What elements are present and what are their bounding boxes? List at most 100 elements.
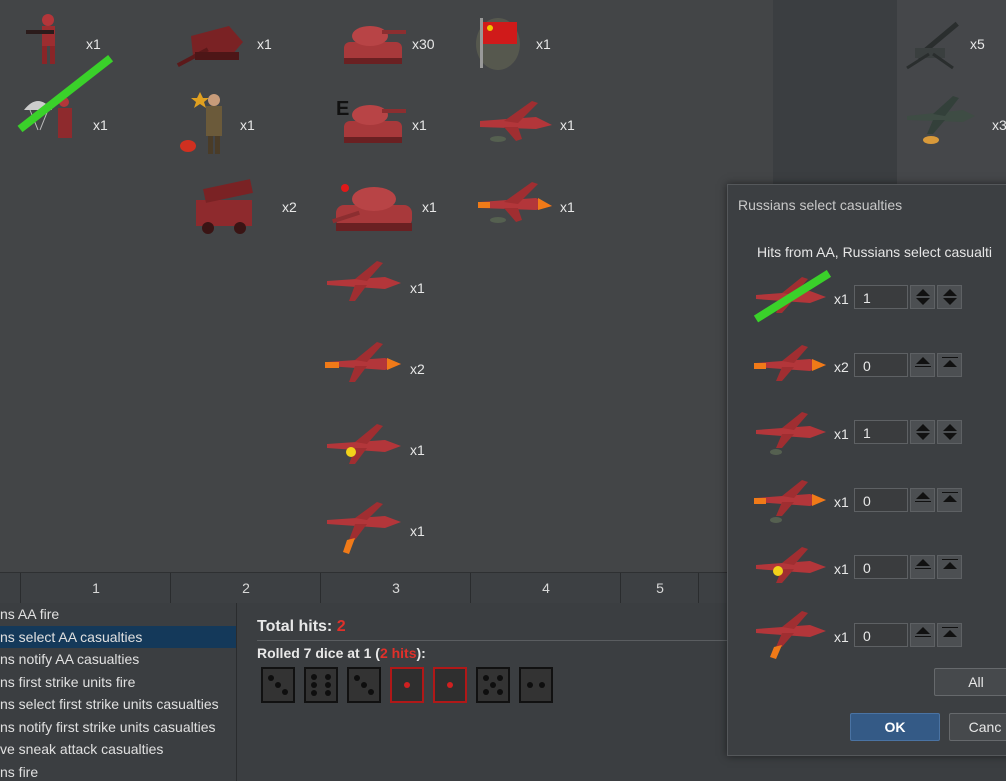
limit-bar-icon xyxy=(942,627,958,628)
total-hits-label: Total hits: xyxy=(257,618,333,635)
unit-count: x5 xyxy=(970,36,985,52)
list-item[interactable]: ns notify first strike units casualties xyxy=(0,716,236,739)
casualty-count-field[interactable]: 1 xyxy=(854,285,908,309)
bomber-icon xyxy=(756,412,826,455)
ok-button[interactable]: OK xyxy=(850,713,940,741)
unit-count: x2 xyxy=(410,361,425,377)
list-item[interactable]: ve sneak attack casualties xyxy=(0,738,236,761)
increment-stepper[interactable] xyxy=(910,285,935,309)
max-stepper[interactable] xyxy=(937,285,962,309)
die-pip xyxy=(539,682,545,688)
heavy-tank-unit[interactable] xyxy=(330,175,412,245)
increment-stepper[interactable] xyxy=(910,420,935,444)
die-pip xyxy=(490,682,496,688)
die-pip xyxy=(281,689,288,696)
ruler-cell: 4 xyxy=(470,573,621,603)
soviet-flag-icon xyxy=(476,18,520,70)
rolled-hits: 2 hits xyxy=(379,645,417,661)
aa-gun-icon xyxy=(906,21,959,70)
max-stepper[interactable] xyxy=(937,488,962,512)
arrow-down-icon xyxy=(943,433,957,440)
arrow-up-icon xyxy=(916,357,930,364)
max-stepper[interactable] xyxy=(937,623,962,647)
unit-count: x1 xyxy=(834,561,849,577)
divider xyxy=(257,640,737,641)
total-hits: Total hits: 2 xyxy=(257,618,346,636)
unit-count: x2 xyxy=(282,199,297,215)
tank-unit[interactable] xyxy=(330,12,410,82)
fighter-orange-bomb-unit[interactable] xyxy=(325,500,405,570)
bomber-orange-unit[interactable] xyxy=(476,176,556,246)
casualty-count-field[interactable]: 1 xyxy=(854,420,908,444)
bomber-icon xyxy=(478,182,552,223)
dialog-title: Russians select casualties xyxy=(738,197,903,213)
fighter-yellow-unit[interactable] xyxy=(325,418,405,488)
round-ruler: 1 2 3 4 5 xyxy=(0,572,773,603)
stuka-icon xyxy=(907,96,975,144)
list-item[interactable]: ns notify AA casualties xyxy=(0,648,236,671)
ruler-cell: 5 xyxy=(620,573,699,603)
stuka-unit[interactable] xyxy=(905,90,985,160)
die-pip xyxy=(483,674,490,681)
unit-count: x1 xyxy=(834,426,849,442)
die-3-icon xyxy=(261,667,295,703)
die-pip xyxy=(311,673,318,680)
unit-count: x3 xyxy=(992,117,1006,133)
die-pip xyxy=(324,690,331,697)
die-pip xyxy=(404,682,410,688)
casualty-count-field[interactable]: 0 xyxy=(854,488,908,512)
unit-count: x2 xyxy=(834,359,849,375)
enemy-units-panel: x5 x3 xyxy=(897,0,1006,186)
die-pip xyxy=(483,689,490,696)
limit-bar-icon xyxy=(942,492,958,493)
tank-destroyer-unit[interactable] xyxy=(173,12,253,82)
list-item[interactable]: ns select first strike units casualties xyxy=(0,693,236,716)
arrow-up-icon xyxy=(916,492,930,499)
fighter-orange-unit[interactable] xyxy=(325,336,405,406)
list-item-selected[interactable]: ns select AA casualties xyxy=(0,625,236,648)
select-all-button[interactable]: All xyxy=(934,668,1006,696)
heavy-tank-icon xyxy=(332,184,412,231)
bomber-unit[interactable] xyxy=(476,95,556,165)
dice-results-panel: Total hits: 2 Rolled 7 dice at 1 (2 hits… xyxy=(237,603,737,781)
limit-bar-icon xyxy=(915,366,931,367)
bomber-icon xyxy=(480,101,552,142)
unit-count: x1 xyxy=(412,117,427,133)
battle-board: x1 x1 x30 x1 x1 x1 E x1 x1 x2 x1 x1 x1 x… xyxy=(0,0,773,572)
casualty-count-field[interactable]: 0 xyxy=(854,555,908,579)
max-stepper[interactable] xyxy=(937,420,962,444)
rocket-truck-unit[interactable] xyxy=(190,176,270,246)
bomber-icon xyxy=(754,480,826,523)
tank-mark: E xyxy=(336,98,350,120)
list-item[interactable]: ns fire xyxy=(0,761,236,781)
battle-steps-list[interactable]: ns AA fire ns select AA casualties ns no… xyxy=(0,603,237,781)
ruler-cell: 1 xyxy=(20,573,171,603)
list-item[interactable]: ns AA fire xyxy=(0,603,236,626)
fighter-unit[interactable] xyxy=(325,255,405,325)
rolled-suffix: ): xyxy=(416,645,426,661)
unit-count: x1 xyxy=(240,117,255,133)
die-1-icon xyxy=(433,667,467,703)
fighter-icon xyxy=(756,547,826,583)
die-3-icon xyxy=(347,667,381,703)
die-pip xyxy=(275,682,281,688)
increment-stepper[interactable] xyxy=(910,623,935,647)
increment-stepper[interactable] xyxy=(910,353,935,377)
max-stepper[interactable] xyxy=(937,555,962,579)
rolled-prefix: Rolled 7 dice at 1 ( xyxy=(257,645,380,661)
unit-count: x1 xyxy=(536,36,551,52)
casualty-row: x1 0 xyxy=(754,474,1006,526)
list-item[interactable]: ns first strike units fire xyxy=(0,671,236,694)
ruler-cell xyxy=(0,573,20,603)
increment-stepper[interactable] xyxy=(910,555,935,579)
arrow-up-icon xyxy=(916,559,930,566)
arrow-down-icon xyxy=(916,433,930,440)
tank-destroyer-icon xyxy=(176,26,243,68)
casualty-count-field[interactable]: 0 xyxy=(854,623,908,647)
max-stepper[interactable] xyxy=(937,353,962,377)
cancel-button[interactable]: Canc xyxy=(949,713,1006,741)
aa-gun-unit[interactable] xyxy=(901,8,981,78)
increment-stepper[interactable] xyxy=(910,488,935,512)
casualty-count-field[interactable]: 0 xyxy=(854,353,908,377)
die-pip xyxy=(268,674,275,681)
